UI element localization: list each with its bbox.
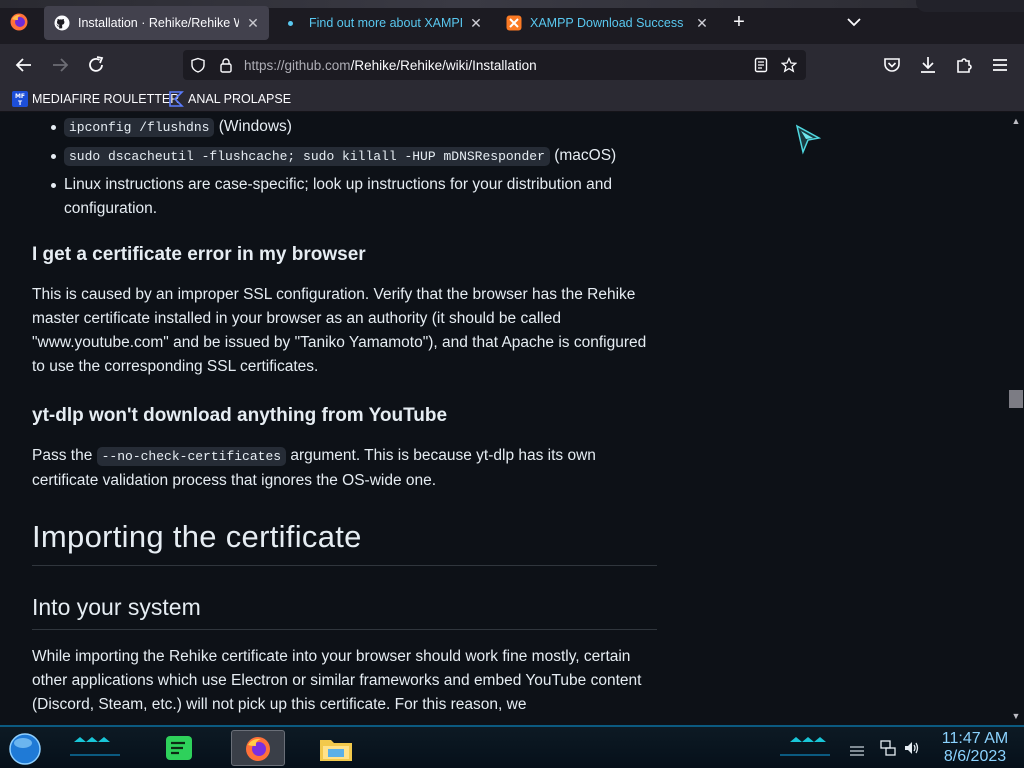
folder-icon <box>320 740 352 761</box>
unread-dot-icon <box>288 20 293 26</box>
taskbar-app-firefox[interactable] <box>231 730 285 766</box>
url-bar[interactable]: https://github.com/Rehike/Rehike/wiki/In… <box>183 50 806 80</box>
importing-certificate-heading: Importing the certificate <box>32 519 657 566</box>
extensions-puzzle-icon[interactable] <box>953 54 975 76</box>
tab-strip: Installation · Rehike/Rehike Wiki ✕ Find… <box>0 0 1024 44</box>
page-content: ipconfig /flushdns (Windows) sudo dscach… <box>0 113 1008 725</box>
svg-text:MF: MF <box>15 93 25 100</box>
list-item: sudo dscacheutil -flushcache; sudo killa… <box>32 144 657 169</box>
into-your-system-paragraph: While importing the Rehike certificate i… <box>32 648 642 713</box>
close-tab-icon[interactable]: ✕ <box>468 15 484 31</box>
downloads-icon[interactable] <box>917 54 939 76</box>
bookmark-star-icon[interactable] <box>781 57 797 73</box>
dns-flush-list: ipconfig /flushdns (Windows) sudo dscach… <box>32 115 657 225</box>
window-controls[interactable] <box>916 0 1024 12</box>
url-text[interactable]: https://github.com/Rehike/Rehike/wiki/In… <box>244 58 537 73</box>
bookmark-icon <box>169 91 184 107</box>
taskbar-decoration-icon <box>70 737 120 756</box>
back-arrow-icon[interactable] <box>13 54 35 76</box>
reload-icon[interactable] <box>85 54 107 76</box>
into-your-system-heading: Into your system <box>32 594 657 630</box>
taskbar-decoration-icon <box>780 737 830 756</box>
navigation-toolbar: https://github.com/Rehike/Rehike/wiki/In… <box>0 44 1024 86</box>
ytdlp-paragraph: Pass the --no-check-certificates argumen… <box>32 447 596 489</box>
tab-xampp-find-out-more[interactable]: Find out more about XAMPP | S ✕ <box>272 6 492 40</box>
list-item: Linux instructions are case-specific; lo… <box>32 173 657 221</box>
forward-arrow-icon[interactable] <box>49 54 71 76</box>
close-tab-icon[interactable]: ✕ <box>694 15 710 31</box>
clock-time: 11:47 AM <box>941 730 1009 747</box>
scroll-down-arrow-icon[interactable]: ▼ <box>1011 711 1021 721</box>
tab-rehike-installation[interactable]: Installation · Rehike/Rehike Wiki ✕ <box>44 6 269 40</box>
mouse-cursor-icon <box>795 124 821 155</box>
taskbar: 11:47 AM 8/6/2023 <box>0 725 1024 768</box>
bookmark-anal-prolapse[interactable]: ANAL PROLAPSE <box>168 90 291 108</box>
bookmark-label: MEDIAFIRE ROULETTER <box>32 92 180 106</box>
inline-code: ipconfig /flushdns <box>64 118 215 137</box>
pocket-icon[interactable] <box>881 54 903 76</box>
tracking-protection-shield-icon[interactable] <box>190 57 206 73</box>
taskbar-app-file-explorer[interactable] <box>309 730 363 766</box>
bookmark-mediafire-rouletter[interactable]: MF T MEDIAFIRE ROULETTER <box>12 90 179 108</box>
start-orb-icon[interactable] <box>7 733 43 765</box>
notes-app-icon <box>166 736 192 760</box>
inline-code: --no-check-certificates <box>96 447 287 466</box>
volume-icon[interactable] <box>903 739 921 757</box>
tab-title: Installation · Rehike/Rehike Wiki <box>78 16 239 30</box>
inline-code: sudo dscacheutil -flushcache; sudo killa… <box>64 147 550 166</box>
chevron-down-icon[interactable] <box>844 12 864 32</box>
network-icon[interactable] <box>879 739 897 757</box>
tab-title: XAMPP Download Success <box>530 16 684 30</box>
firefox-menu-icon[interactable] <box>9 12 29 32</box>
hamburger-menu-icon[interactable] <box>989 54 1011 76</box>
show-hidden-icons-icon[interactable] <box>848 739 866 757</box>
tab-title: Find out more about XAMPP | S <box>309 16 462 30</box>
clock-date: 8/6/2023 <box>943 748 1007 765</box>
firefox-icon <box>246 737 270 761</box>
page-scrollbar[interactable]: ▲ ▼ <box>1008 113 1024 725</box>
taskbar-app-notes[interactable] <box>152 730 206 766</box>
ytdlp-heading: yt-dlp won't download anything from YouT… <box>32 405 448 426</box>
bookmarks-toolbar: MF T MEDIAFIRE ROULETTER ANAL PROLAPSE <box>0 86 1024 112</box>
github-icon <box>54 15 70 31</box>
list-item: ipconfig /flushdns (Windows) <box>32 115 657 140</box>
mediafire-icon: MF T <box>12 91 28 107</box>
new-tab-icon[interactable]: + <box>729 12 749 32</box>
tab-xampp-download[interactable]: XAMPP Download Success ✕ <box>500 6 718 40</box>
bookmark-label: ANAL PROLAPSE <box>188 92 292 106</box>
scroll-up-arrow-icon[interactable]: ▲ <box>1011 116 1021 126</box>
system-clock[interactable]: 11:47 AM 8/6/2023 <box>930 730 1020 766</box>
reader-view-icon[interactable] <box>753 57 769 73</box>
close-tab-icon[interactable]: ✕ <box>245 15 261 31</box>
xampp-icon <box>506 15 522 31</box>
lock-icon[interactable] <box>218 57 234 73</box>
certificate-error-heading: I get a certificate error in my browser <box>32 244 366 265</box>
certificate-error-paragraph: This is caused by an improper SSL config… <box>32 286 647 375</box>
scrollbar-thumb[interactable] <box>1009 390 1023 408</box>
